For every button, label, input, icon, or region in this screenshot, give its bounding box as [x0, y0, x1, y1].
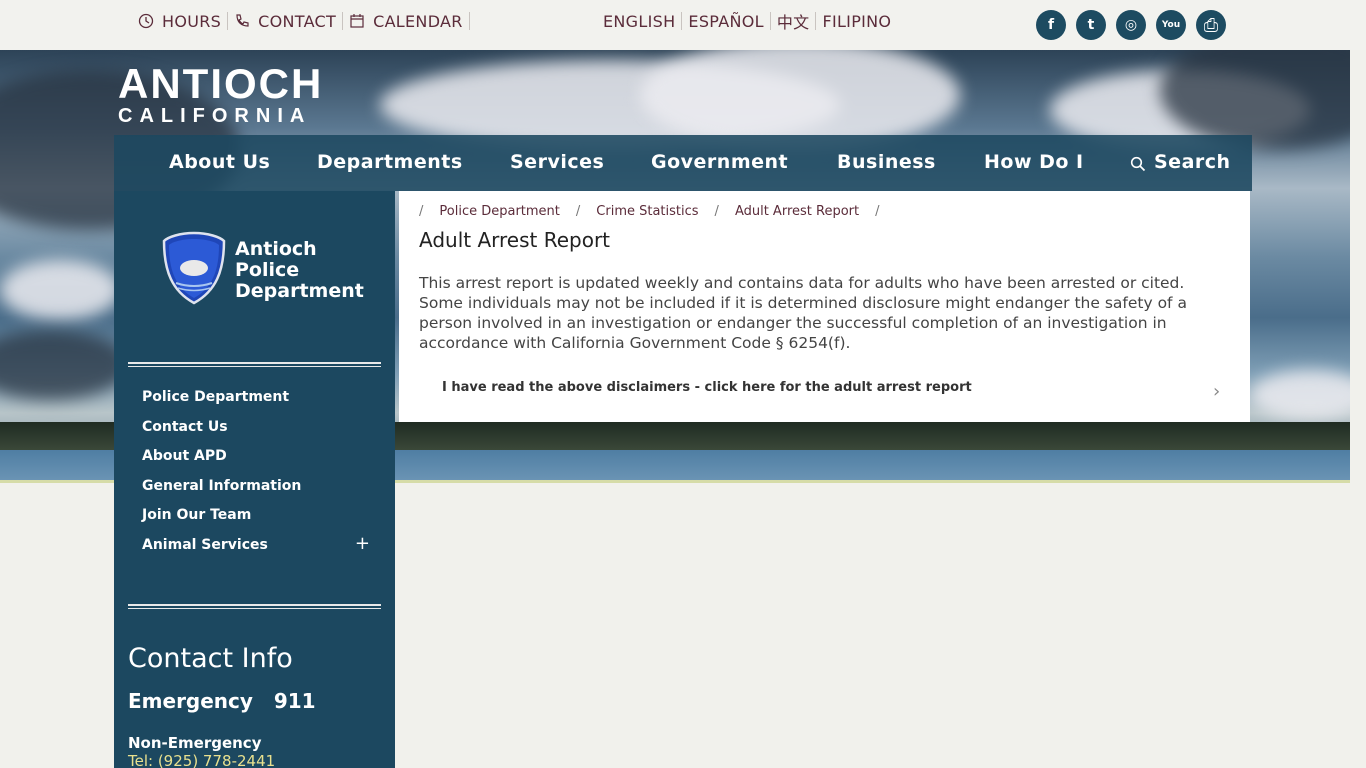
police-badge-icon[interactable]: [162, 231, 226, 305]
breadcrumb-separator: /: [575, 204, 581, 219]
dept-line-3: Department: [235, 280, 364, 302]
department-name[interactable]: Antioch Police Department: [235, 239, 364, 302]
sidebar-nav: Police Department Contact Us About APD G…: [142, 387, 370, 564]
language-links: ENGLISH ESPAÑOL 中文 FILIPINO: [597, 12, 897, 33]
breadcrumb-adult-arrest-report[interactable]: Adult Arrest Report: [735, 204, 859, 219]
dept-line-1: Antioch: [235, 238, 317, 260]
facebook-icon[interactable]: f: [1036, 10, 1066, 40]
calendar-icon: [350, 14, 364, 28]
nav-about-us[interactable]: About Us: [169, 151, 270, 173]
social-links: f t ◎ You ⎙: [1036, 10, 1226, 40]
breadcrumb-police-department[interactable]: Police Department: [439, 204, 560, 219]
sidebar: Antioch Police Department Police Departm…: [114, 191, 395, 768]
lang-espanol[interactable]: ESPAÑOL: [682, 12, 771, 31]
print-icon[interactable]: ⎙: [1196, 10, 1226, 40]
nav-business[interactable]: Business: [837, 151, 936, 173]
page-title: Adult Arrest Report: [419, 228, 611, 252]
expand-icon[interactable]: +: [355, 534, 370, 565]
youtube-icon[interactable]: You: [1156, 10, 1186, 40]
sidebar-item-police-department[interactable]: Police Department: [142, 387, 370, 417]
nav-how-do-i[interactable]: How Do I: [984, 151, 1084, 173]
main-nav: About Us Departments Services Government…: [114, 135, 1252, 191]
emergency-number: Emergency 911: [128, 689, 316, 713]
non-emergency-label: Non-Emergency: [128, 734, 262, 752]
logo-line-2: CALIFORNIA: [118, 105, 312, 127]
chevron-right-icon[interactable]: ›: [1213, 381, 1220, 402]
nav-search[interactable]: Search: [1130, 151, 1231, 173]
breadcrumb-separator: /: [714, 204, 719, 219]
logo-line-1: ANTIOCH: [118, 60, 324, 107]
phone-icon: [236, 14, 249, 27]
breadcrumb-crime-statistics[interactable]: Crime Statistics: [596, 204, 698, 219]
disclaimer-link[interactable]: I have read the above disclaimers - clic…: [442, 380, 972, 395]
lang-chinese[interactable]: 中文: [771, 12, 817, 32]
antioch-logo[interactable]: ANTIOCH CALIFORNIA: [118, 60, 324, 128]
search-label: Search: [1154, 151, 1231, 173]
non-emergency-phone-link[interactable]: Tel: (925) 778-2441: [128, 752, 275, 768]
nav-departments[interactable]: Departments: [317, 151, 463, 173]
hours-label: HOURS: [162, 11, 222, 31]
utility-links: HOURS CONTACT CALENDAR: [132, 11, 470, 31]
sidebar-divider: [128, 362, 381, 367]
dept-line-2: Police: [235, 259, 300, 281]
nav-services[interactable]: Services: [510, 151, 604, 173]
cloud: [0, 260, 120, 320]
search-icon: [1130, 156, 1146, 172]
sidebar-item-about-apd[interactable]: About APD: [142, 446, 370, 476]
nav-government[interactable]: Government: [651, 151, 788, 173]
breadcrumb-separator: /: [875, 204, 880, 219]
cloud: [0, 330, 130, 400]
twitter-icon[interactable]: t: [1076, 10, 1106, 40]
utility-bar: HOURS CONTACT CALENDAR ENGLISH ESPAÑOL 中…: [0, 0, 1366, 50]
sidebar-item-join-our-team[interactable]: Join Our Team: [142, 505, 370, 535]
lang-filipino[interactable]: FILIPINO: [816, 12, 897, 31]
sidebar-item-animal-services[interactable]: Animal Services +: [142, 534, 370, 565]
contact-info-heading: Contact Info: [128, 643, 293, 674]
page-description: This arrest report is updated weekly and…: [419, 274, 1187, 352]
contact-label: CONTACT: [258, 11, 337, 31]
cloud: [1250, 370, 1350, 420]
content-card: / Police Department / Crime Statistics /…: [399, 191, 1250, 422]
hours-link[interactable]: HOURS: [132, 11, 229, 31]
breadcrumb: / Police Department / Crime Statistics /…: [419, 204, 896, 219]
sidebar-item-label: General Information: [142, 477, 302, 494]
sidebar-item-label: Police Department: [142, 389, 290, 405]
sidebar-item-general-information[interactable]: General Information: [142, 476, 370, 506]
sidebar-divider: [128, 604, 381, 609]
sidebar-item-label: Join Our Team: [142, 507, 252, 523]
clock-icon: [138, 13, 154, 29]
contact-link[interactable]: CONTACT: [228, 11, 344, 31]
sidebar-item-label: Animal Services: [142, 536, 268, 553]
sidebar-item-label: Contact Us: [142, 418, 228, 435]
calendar-link[interactable]: CALENDAR: [343, 11, 470, 31]
lang-english[interactable]: ENGLISH: [597, 12, 683, 31]
sidebar-item-contact-us[interactable]: Contact Us: [142, 417, 370, 447]
calendar-label: CALENDAR: [373, 11, 463, 31]
sidebar-item-label: About APD: [142, 448, 227, 464]
instagram-icon[interactable]: ◎: [1116, 10, 1146, 40]
breadcrumb-separator: /: [419, 204, 424, 219]
